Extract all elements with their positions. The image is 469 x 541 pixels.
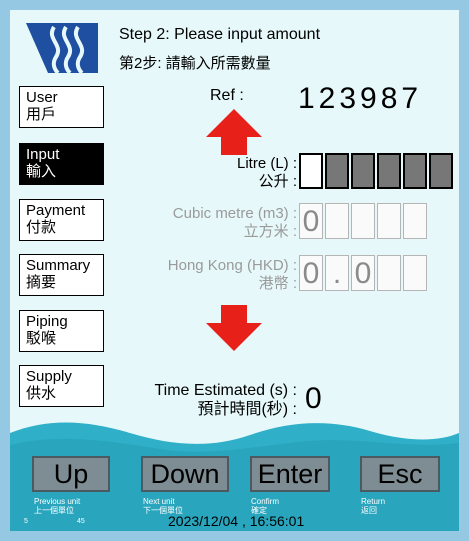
sidebar-item-label-zh: 付款 (26, 219, 57, 236)
cubic-metre-digit (351, 203, 375, 239)
sidebar-item-summary[interactable]: Summary 摘要 (19, 254, 104, 296)
sidebar-item-label-en: Supply (26, 368, 72, 385)
up-hint: Previous unit 上一個單位 (34, 497, 80, 515)
step-title-en: Step 2: Please input amount (119, 26, 321, 43)
status-code-mid: 45 (77, 518, 85, 525)
hkd-label-en: Hong Kong (HKD) : (167, 257, 297, 274)
step-title-zh: 第2步: 請輸入所需數量 (119, 55, 271, 72)
down-hint-en: Next unit (143, 497, 175, 506)
cubic-metre-digit (377, 203, 401, 239)
hkd-digit: . (325, 255, 349, 291)
litre-input[interactable] (299, 153, 455, 189)
esc-hint-zh: 返回 (361, 506, 377, 515)
hkd-digit (377, 255, 401, 291)
cubic-metre-label-zh: 立方米 : (243, 223, 297, 240)
litre-digit-cursor[interactable] (299, 153, 323, 189)
sidebar-item-supply[interactable]: Supply 供水 (19, 365, 104, 407)
litre-digit[interactable] (429, 153, 453, 189)
sidebar-item-label-en: Piping (26, 313, 68, 330)
red-down-arrow-icon (206, 305, 262, 351)
sidebar-item-label-zh: 輸入 (26, 163, 57, 180)
cubic-metre-digit (403, 203, 427, 239)
esc-hint: Return 返回 (361, 497, 385, 515)
sidebar-item-payment[interactable]: Payment 付款 (19, 199, 104, 241)
hkd-label-zh: 港幣 : (258, 275, 297, 292)
hkd-digit: 0 (299, 255, 323, 291)
hkd-display: 0 . 0 (299, 255, 429, 291)
enter-hint-en: Confirm (251, 497, 280, 506)
litre-label: Litre (L) : 公升 : (237, 155, 297, 191)
litre-label-zh: 公升 : (258, 173, 297, 190)
cubic-metre-label: Cubic metre (m3) : 立方米 : (173, 205, 297, 241)
up-button[interactable]: Up (32, 456, 110, 492)
sidebar-item-label-zh: 摘要 (26, 274, 57, 291)
sidebar-item-label-en: Payment (26, 202, 86, 219)
hkd-digit: 0 (351, 255, 375, 291)
sidebar-item-label-zh: 用戶 (26, 106, 57, 123)
hkd-label: Hong Kong (HKD) : 港幣 : (168, 257, 297, 293)
sidebar-item-label-en: User (26, 89, 58, 106)
ref-value: 123987 (298, 82, 423, 115)
down-button[interactable]: Down (141, 456, 229, 492)
cubic-metre-label-en: Cubic metre (m3) : (172, 205, 297, 222)
sidebar-item-label-zh: 駁喉 (26, 330, 57, 347)
enter-button[interactable]: Enter (250, 456, 330, 492)
datetime: 2023/12/04 , 16:56:01 (168, 513, 305, 529)
sidebar-item-label-zh: 供水 (26, 385, 57, 402)
esc-hint-en: Return (361, 497, 386, 506)
litre-digit[interactable] (377, 153, 401, 189)
red-up-arrow-icon (206, 109, 262, 155)
water-supplies-logo-icon (26, 23, 98, 73)
litre-digit[interactable] (325, 153, 349, 189)
status-code-left: 5 (24, 518, 28, 525)
esc-button[interactable]: Esc (360, 456, 440, 492)
cubic-metre-digit (325, 203, 349, 239)
sidebar-item-piping[interactable]: Piping 駁喉 (19, 310, 104, 352)
hkd-digit (403, 255, 427, 291)
cubic-metre-display: 0 (299, 203, 429, 239)
sidebar-item-user[interactable]: User 用戶 (19, 86, 104, 128)
kiosk-screen: Step 2: Please input amount 第2步: 請輸入所需數量… (10, 10, 459, 531)
litre-label-en: Litre (L) : (236, 155, 297, 172)
ref-label: Ref : (210, 87, 244, 104)
litre-digit[interactable] (351, 153, 375, 189)
sidebar-item-label-en: Summary (26, 257, 91, 274)
up-hint-zh: 上一個單位 (34, 506, 74, 515)
time-estimated-value: 0 (305, 382, 322, 415)
up-hint-en: Previous unit (34, 497, 81, 506)
time-estimated-label-en: Time Estimated (s) : (154, 382, 297, 399)
time-estimated-label: Time Estimated (s) : 預計時間(秒) : (154, 381, 297, 419)
sidebar-item-input[interactable]: Input 輸入 (19, 143, 104, 185)
sidebar-item-label-en: Input (26, 146, 60, 163)
litre-digit[interactable] (403, 153, 427, 189)
cubic-metre-digit: 0 (299, 203, 323, 239)
